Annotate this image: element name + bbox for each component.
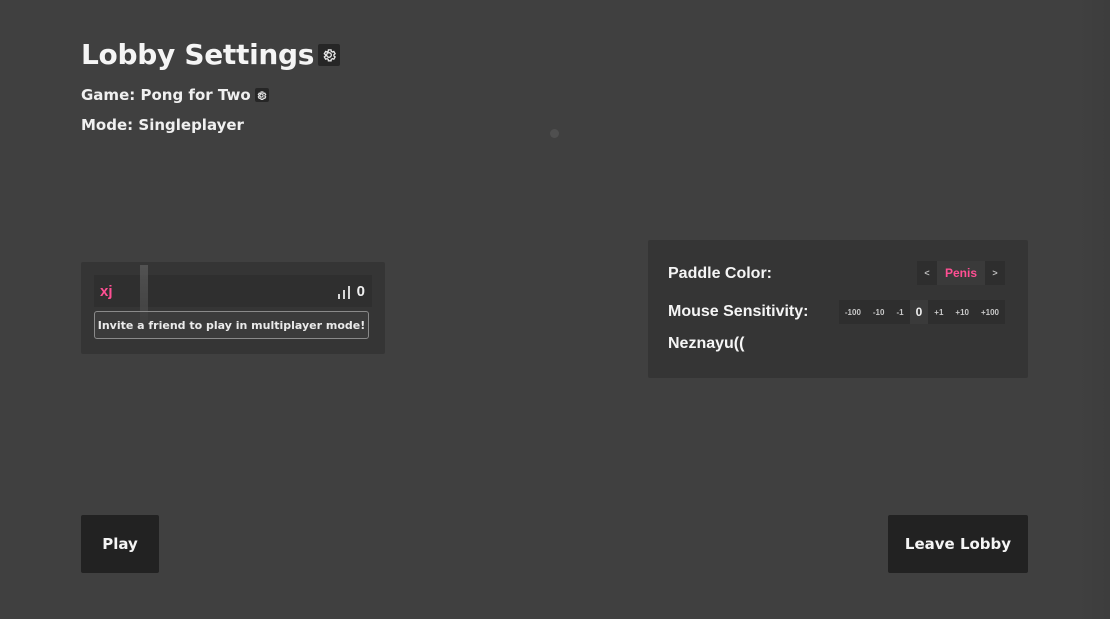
page-title: Lobby Settings (81, 38, 315, 71)
invite-friend-button[interactable]: Invite a friend to play in multiplayer m… (94, 311, 369, 339)
game-info: Game: Pong for Two (81, 86, 269, 104)
pong-ball (550, 129, 559, 138)
paddle-color-label: Paddle Color: (668, 265, 773, 282)
sensitivity-value: 0 (909, 300, 929, 324)
ping-indicator: 0 (337, 283, 365, 300)
player-name: xj (100, 283, 113, 300)
paddle-color-picker: < Penis > (916, 261, 1005, 285)
mode-label: Mode: (81, 116, 134, 134)
page-header: Lobby Settings (81, 38, 341, 71)
color-prev-button[interactable]: < (917, 261, 937, 285)
sensitivity-plus-10-button[interactable]: +10 (949, 300, 975, 324)
gear-icon[interactable] (254, 88, 269, 102)
play-button[interactable]: Play (81, 515, 159, 573)
sensitivity-minus-100-button[interactable]: -100 (839, 300, 867, 324)
mouse-sensitivity-stepper: -100 -10 -1 0 +1 +10 +100 (838, 300, 1005, 324)
player-row: xj 0 (94, 275, 372, 307)
settings-panel: Paddle Color: < Penis > Mouse Sensitivit… (648, 240, 1028, 378)
gear-icon[interactable] (318, 43, 341, 66)
color-next-button[interactable]: > (985, 261, 1005, 285)
leave-lobby-button[interactable]: Leave Lobby (888, 515, 1028, 573)
sensitivity-plus-1-button[interactable]: +1 (928, 300, 949, 324)
mouse-sensitivity-label: Mouse Sensitivity: (668, 303, 809, 320)
sensitivity-minus-10-button[interactable]: -10 (867, 300, 891, 324)
paddle-color-value: Penis (936, 261, 985, 285)
sensitivity-minus-1-button[interactable]: -1 (890, 300, 909, 324)
player-panel: xj 0 Invite a friend to play in multipla… (81, 262, 385, 354)
game-value: Pong for Two (140, 86, 251, 104)
right-edge-shade (1076, 0, 1110, 619)
signal-bars-icon (337, 285, 350, 299)
ping-value: 0 (356, 283, 365, 300)
mode-value: Singleplayer (138, 116, 244, 134)
game-label: Game: (81, 86, 136, 104)
sensitivity-plus-100-button[interactable]: +100 (975, 300, 1005, 324)
mode-info: Mode: Singleplayer (81, 116, 244, 134)
extra-setting-label: Neznayu(( (668, 335, 745, 352)
